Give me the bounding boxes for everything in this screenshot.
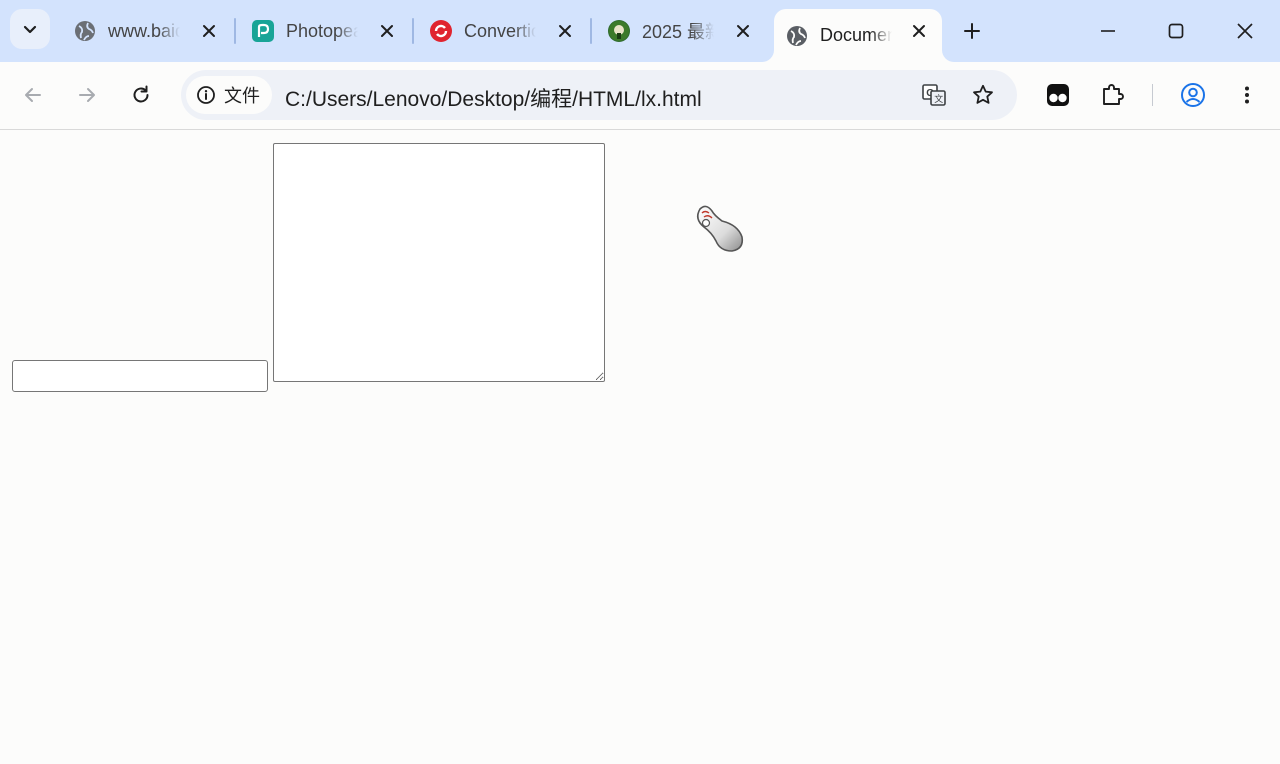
- more-vert-icon: [1245, 86, 1249, 104]
- tab-search-button[interactable]: [10, 9, 50, 49]
- tampermonkey-icon: [1047, 84, 1069, 106]
- close-tab-icon[interactable]: [732, 20, 754, 42]
- translate-icon[interactable]: G文: [919, 80, 949, 110]
- close-icon: [1237, 23, 1253, 39]
- info-icon: [197, 86, 215, 104]
- globe-icon: [74, 20, 96, 42]
- tab-separator: [590, 18, 592, 44]
- tab-separator: [234, 18, 236, 44]
- tab-title: Photopea: [286, 20, 358, 41]
- site-info-label: 文件: [224, 86, 260, 106]
- text-input[interactable]: [12, 360, 268, 392]
- close-tab-icon[interactable]: [376, 20, 398, 42]
- site-favicon-icon: [608, 20, 630, 42]
- puzzle-icon: [1103, 84, 1124, 105]
- tab-2025[interactable]: 2025 最新: [596, 9, 766, 53]
- maximize-icon: [1168, 23, 1184, 39]
- extensions-menu-button[interactable]: [1095, 77, 1131, 113]
- browser-menu-button[interactable]: [1229, 77, 1265, 113]
- tab-title: www.baidu.com: [108, 20, 180, 41]
- photopea-icon: [252, 20, 274, 42]
- tab-title: Document: [820, 25, 892, 45]
- close-window-button[interactable]: [1222, 12, 1268, 50]
- close-tab-icon[interactable]: [554, 20, 576, 42]
- bookmark-star-icon[interactable]: [968, 80, 998, 110]
- textarea[interactable]: [273, 143, 605, 382]
- url-text[interactable]: C:/Users/Lenovo/Desktop/编程/HTML/lx.html: [285, 83, 702, 113]
- tab-title: 2025 最新: [642, 22, 714, 42]
- new-tab-button[interactable]: [958, 17, 986, 45]
- back-button[interactable]: [14, 76, 52, 114]
- profile-button[interactable]: [1175, 77, 1211, 113]
- minimize-button[interactable]: [1085, 12, 1131, 50]
- tab-title: Convertio: [464, 20, 536, 41]
- toolbar-separator: [1152, 84, 1153, 106]
- tab-photopea[interactable]: Photopea: [240, 9, 410, 53]
- globe-icon: [786, 25, 808, 47]
- bowling-pin-cursor-icon: [696, 205, 744, 252]
- plus-icon: [964, 23, 980, 39]
- tab-strip: www.baidu.com Photopea Convertio: [0, 0, 1280, 62]
- reload-button[interactable]: [122, 76, 160, 114]
- close-tab-icon[interactable]: [908, 20, 930, 42]
- arrow-left-icon: [25, 88, 41, 102]
- tab-convertio[interactable]: Convertio: [418, 9, 588, 53]
- browser-window: www.baidu.com Photopea Convertio: [0, 0, 1280, 764]
- forward-button[interactable]: [68, 76, 106, 114]
- extension-button[interactable]: [1040, 77, 1076, 113]
- minimize-icon: [1101, 30, 1115, 32]
- svg-text:文: 文: [934, 93, 943, 104]
- site-info-chip[interactable]: 文件: [186, 76, 272, 114]
- convertio-icon: [430, 20, 452, 42]
- maximize-button[interactable]: [1153, 12, 1199, 50]
- tab-separator: [412, 18, 414, 44]
- account-icon: [1181, 83, 1205, 107]
- browser-toolbar: 文件 C:/Users/Lenovo/Desktop/编程/HTML/lx.ht…: [0, 62, 1280, 130]
- reload-icon: [133, 85, 149, 103]
- close-tab-icon[interactable]: [198, 20, 220, 42]
- page-content: [0, 131, 1280, 764]
- tab-document[interactable]: Document: [774, 9, 942, 62]
- chevron-down-icon: [23, 25, 37, 34]
- tab-baidu[interactable]: www.baidu.com: [62, 9, 232, 53]
- address-bar[interactable]: 文件 C:/Users/Lenovo/Desktop/编程/HTML/lx.ht…: [181, 70, 1017, 120]
- arrow-right-icon: [79, 88, 95, 102]
